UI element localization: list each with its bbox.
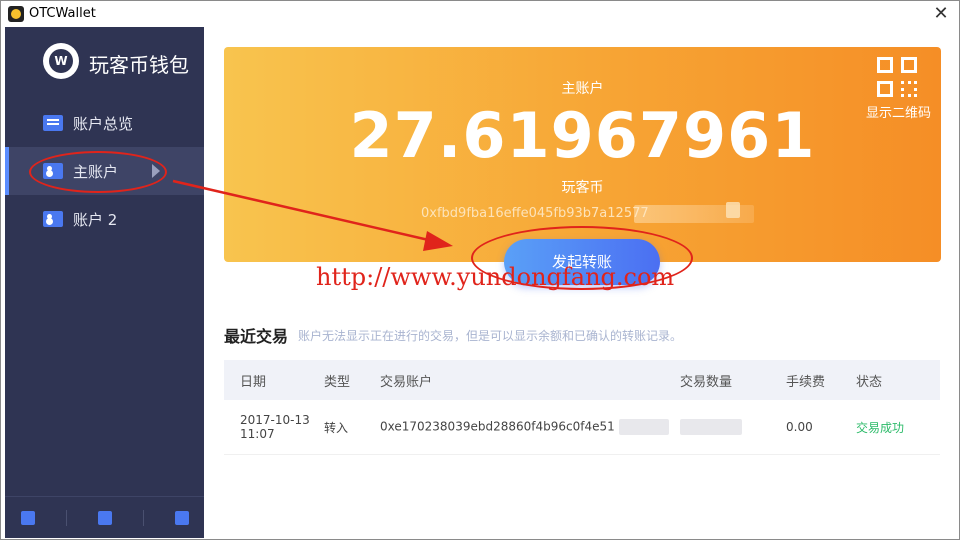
transactions-table: 日期 类型 交易账户 交易数量 手续费 状态 2017-10-13 11:07 … (224, 360, 940, 455)
column-header: 日期 (240, 374, 267, 390)
column-header: 类型 (324, 374, 351, 390)
wallet-address: 0xfbd9fba16effe045fb93b7a12577 (421, 206, 649, 221)
app-window: OTCWallet ✕ 玩客币钱包 账户总览 主账户 账户 2 (0, 0, 960, 540)
settings-icon[interactable] (174, 510, 189, 525)
sidebar-item-label: 账户总览 (73, 114, 134, 133)
recent-transactions-title: 最近交易 (224, 327, 289, 346)
table-row[interactable]: 2017-10-13 11:07 转入 0xe170238039ebd28860… (224, 400, 940, 455)
divider (65, 509, 67, 526)
currency-label: 玩客币 (561, 180, 604, 196)
cell-type: 转入 (324, 420, 349, 435)
account-name: 主账户 (561, 81, 604, 97)
column-header: 交易数量 (680, 374, 733, 390)
watermark-url: http://www.yundongfang.com (316, 263, 675, 291)
column-header: 状态 (856, 374, 883, 390)
date-text: 2017-10-13 (240, 413, 310, 427)
time-text: 11:07 (240, 427, 275, 441)
cell-account: 0xe170238039ebd28860f4b96c0f4e51 (380, 419, 680, 435)
brand-name: 玩客币钱包 (89, 53, 189, 77)
column-header: 手续费 (786, 374, 826, 390)
recent-transactions-note: 账户无法显示正在进行的交易，但是可以显示余额和已确认的转账记录。 (298, 329, 683, 343)
window-title: OTCWallet (29, 6, 96, 21)
sidebar-item-overview[interactable]: 账户总览 (5, 99, 204, 147)
annotation-circle-main-account (29, 151, 167, 193)
column-header: 交易账户 (380, 374, 433, 390)
redacted-amount (680, 419, 742, 435)
title-bar: OTCWallet ✕ (1, 1, 959, 27)
sidebar-item-account-2[interactable]: 账户 2 (5, 195, 204, 243)
cell-date: 2017-10-13 11:07 (224, 413, 324, 441)
table-header: 日期 类型 交易账户 交易数量 手续费 状态 (224, 360, 940, 400)
close-button[interactable]: ✕ (929, 3, 953, 25)
add-account-icon[interactable] (20, 510, 35, 525)
sidebar-footer (5, 496, 204, 538)
status-badge: 交易成功 (856, 420, 905, 435)
copy-icon[interactable] (726, 202, 740, 218)
divider (142, 509, 144, 526)
redacted-address (618, 419, 669, 435)
sidebar: 玩客币钱包 账户总览 主账户 账户 2 (5, 27, 204, 538)
counterparty-address: 0xe170238039ebd28860f4b96c0f4e51 (380, 419, 615, 434)
import-icon[interactable] (97, 510, 112, 525)
account-icon (43, 211, 63, 227)
cell-fee: 0.00 (786, 420, 813, 434)
sidebar-item-label: 账户 2 (73, 210, 118, 229)
wallet-logo-icon (43, 43, 79, 79)
cell-amount (680, 419, 786, 435)
app-logo-icon (8, 6, 24, 22)
balance-value: 27.61967961 (349, 99, 816, 172)
list-icon (43, 115, 63, 131)
